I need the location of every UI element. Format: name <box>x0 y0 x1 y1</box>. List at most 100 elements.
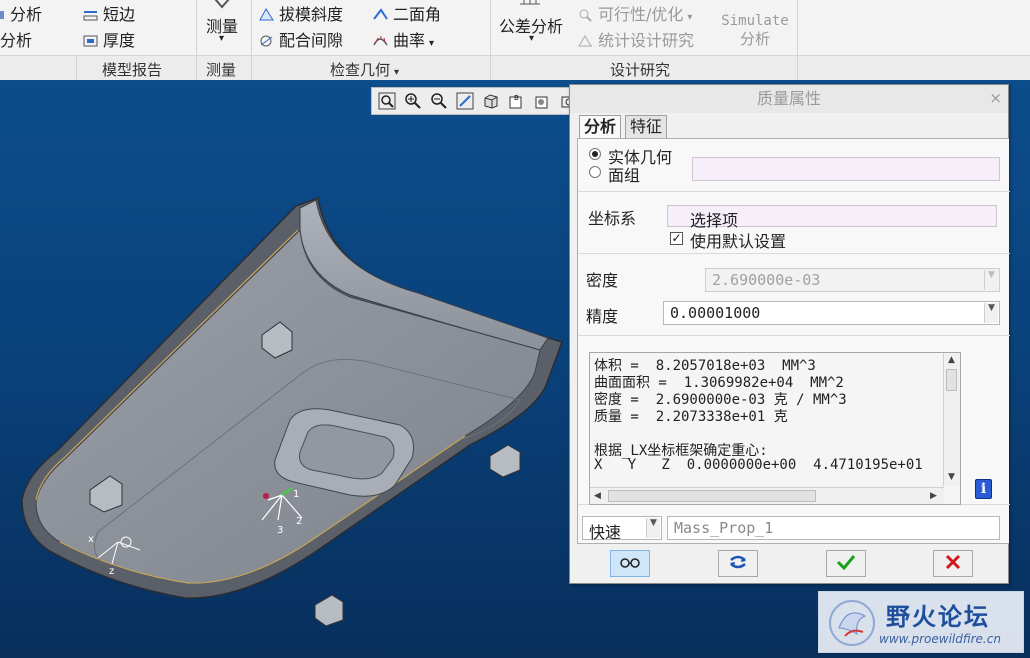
triad-label-2: 2 <box>296 516 302 527</box>
scroll-thumb[interactable] <box>946 369 957 391</box>
watermark-url: www.proewildfire.cn <box>879 632 1001 646</box>
view-manager-icon[interactable] <box>531 90 555 112</box>
ribbon-divider <box>76 56 77 81</box>
dihedral-button[interactable]: 二面角 <box>372 1 441 25</box>
triad-label-1: 1 <box>293 489 299 500</box>
svg-text:x: x <box>88 534 94 545</box>
solid-geometry-radio[interactable] <box>589 148 601 160</box>
watermark-title: 野火论坛 <box>886 603 990 631</box>
watermark: 野火论坛 www.proewildfire.cn <box>818 591 1024 653</box>
thickness-button[interactable]: 厚度 <box>82 27 135 51</box>
mode-value: 快速 <box>589 523 622 542</box>
checkmark-icon <box>836 554 856 574</box>
scroll-up-icon[interactable]: ▲ <box>948 355 955 365</box>
zoom-fit-icon[interactable] <box>375 90 399 112</box>
accuracy-value: 0.00001000 <box>670 304 761 322</box>
density-field[interactable]: 2.690000e-03 ▼ <box>705 268 1000 292</box>
cancel-x-icon <box>944 554 962 574</box>
density-dropdown-icon: ▼ <box>984 270 998 290</box>
feature-name-field[interactable]: Mass_Prop_1 <box>667 516 1000 540</box>
mode-dropdown-icon[interactable]: ▼ <box>646 518 660 538</box>
scroll-thumb[interactable] <box>608 490 816 502</box>
feature-name-value: Mass_Prop_1 <box>674 519 774 537</box>
repeat-button[interactable] <box>718 550 758 577</box>
info-icon[interactable]: i <box>975 479 992 499</box>
ribbon-divider <box>797 56 798 81</box>
analysis-button-top[interactable]: 分析 <box>0 1 42 25</box>
dihedral-icon <box>372 7 389 22</box>
results-area[interactable]: 体积 = 8.2057018e+03 MM^3 曲面面积 = 1.3069982… <box>589 352 961 505</box>
use-default-checkbox[interactable]: ✓ <box>670 232 683 245</box>
group-model-report: 模型报告 <box>102 61 163 79</box>
saved-views-icon[interactable]: B <box>505 90 529 112</box>
group-design-study: 设计研究 <box>610 61 671 79</box>
ribbon-divider <box>196 56 197 81</box>
mode-select[interactable]: 快速 ▼ <box>582 516 662 542</box>
tab-analysis[interactable]: 分析 <box>579 115 622 140</box>
statistical-design-button[interactable]: 统计设计研究 <box>577 27 694 51</box>
scroll-down-icon[interactable]: ▼ <box>948 472 955 482</box>
dialog-title: 质量属性 <box>570 85 1008 113</box>
ribbon-group-labels: 模型报告 测量 检查几何 ▾ 设计研究 <box>0 55 1030 81</box>
draft-icon <box>258 7 275 22</box>
group-measure: 测量 <box>206 61 237 79</box>
accuracy-label: 精度 <box>586 307 619 326</box>
analysis-label: 分析 <box>0 31 33 50</box>
short-edge-label: 短边 <box>103 5 136 24</box>
curvature-button[interactable]: 曲率 ▾ <box>372 27 434 51</box>
display-style-icon[interactable] <box>479 90 503 112</box>
fit-gap-button[interactable]: 配合间隙 <box>258 27 343 51</box>
quilt-label: 面组 <box>608 166 641 185</box>
quilt-radio[interactable] <box>589 166 601 178</box>
density-label: 密度 <box>586 271 619 290</box>
curvature-dropdown-icon: ▾ <box>429 38 435 49</box>
zoom-in-icon[interactable] <box>401 90 425 112</box>
curvature-icon <box>372 33 389 48</box>
accuracy-dropdown-icon[interactable]: ▼ <box>984 303 998 323</box>
results-horizontal-scrollbar[interactable]: ◀ ▶ <box>590 487 944 504</box>
repaint-icon[interactable] <box>453 90 477 112</box>
divider <box>578 335 1010 336</box>
analysis-button-bottom[interactable]: 分析 <box>0 27 32 51</box>
cancel-button[interactable] <box>933 550 973 577</box>
result-line-cg-values: X Y Z 0.0000000e+00 4.4710195e+01 <box>594 457 923 473</box>
csys-selector[interactable]: 选择项 <box>667 205 997 230</box>
tolerance-analysis-icon <box>520 0 540 11</box>
draft-button[interactable]: 拔模斜度 <box>258 1 343 25</box>
result-line-mass: 质量 = 2.2073338e+01 克 <box>594 409 788 425</box>
triad-label-3: 3 <box>277 525 283 536</box>
snap-clip <box>489 444 521 478</box>
tab-feature[interactable]: 特征 <box>625 115 668 139</box>
tolerance-dropdown-icon[interactable]: ▾ <box>529 33 534 44</box>
draft-label: 拔模斜度 <box>279 5 344 24</box>
simulate-label-line1: Simulate <box>721 13 789 29</box>
zoom-out-icon[interactable] <box>427 90 451 112</box>
watermark-logo-icon <box>829 600 875 646</box>
measure-icon <box>212 0 232 13</box>
thickness-label: 厚度 <box>103 31 136 50</box>
ok-button[interactable] <box>826 550 866 577</box>
preview-button[interactable] <box>610 550 650 577</box>
group-dropdown-icon: ▾ <box>394 67 400 78</box>
fit-gap-icon <box>258 33 275 48</box>
ribbon-divider <box>490 56 491 81</box>
repeat-icon <box>727 554 749 574</box>
fit-gap-label: 配合间隙 <box>279 31 344 50</box>
quilt-selector[interactable] <box>692 157 1000 181</box>
analysis-label: 分析 <box>10 5 43 24</box>
use-default-label: 使用默认设置 <box>690 232 787 251</box>
simulate-analysis-button[interactable]: Simulate 分析 <box>717 12 793 48</box>
accuracy-field[interactable]: 0.00001000 ▼ <box>663 301 1000 325</box>
scroll-right-icon[interactable]: ▶ <box>930 491 937 501</box>
measure-dropdown-icon[interactable]: ▾ <box>219 33 224 44</box>
csys-label: 坐标系 <box>588 209 637 228</box>
short-edge-button[interactable]: 短边 <box>82 1 135 25</box>
group-inspect-geometry-label: 检查几何 <box>330 61 391 79</box>
feasibility-button[interactable]: 可行性/优化 ▾ <box>577 1 692 25</box>
group-inspect-geometry[interactable]: 检查几何 ▾ <box>330 59 399 80</box>
results-vertical-scrollbar[interactable]: ▲ ▼ <box>943 353 960 486</box>
scroll-left-icon[interactable]: ◀ <box>594 491 601 501</box>
analysis-icon <box>0 7 6 22</box>
close-icon[interactable]: × <box>989 89 1002 107</box>
density-value: 2.690000e-03 <box>712 271 821 289</box>
